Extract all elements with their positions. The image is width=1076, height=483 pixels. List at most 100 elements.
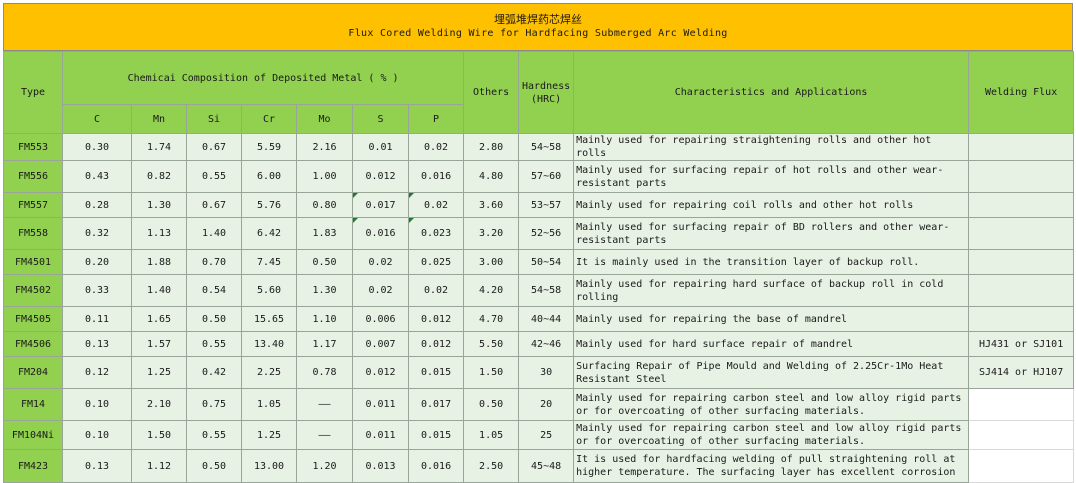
cell-s[interactable]: 0.02: [352, 274, 409, 307]
header-characteristics[interactable]: Characteristics and Applications: [573, 51, 970, 134]
cell-mo[interactable]: 1.17: [296, 331, 353, 357]
table-row[interactable]: FM557 0.28 1.30 0.67 5.76 0.80 0.017 0.02 3.60 53…: [3, 192, 1075, 218]
cell-mn[interactable]: 1.30: [131, 192, 187, 218]
header-element-si[interactable]: Si: [186, 104, 242, 134]
cell-type[interactable]: FM553: [3, 133, 63, 161]
cell-c[interactable]: 0.13: [62, 331, 132, 357]
header-composition[interactable]: Chemicai Composition of Deposited Metal …: [61, 51, 465, 105]
header-element-cr[interactable]: Cr: [241, 104, 297, 134]
cell-s[interactable]: 0.016: [352, 217, 409, 250]
cell-type[interactable]: FM556: [3, 160, 63, 193]
cell-p[interactable]: 0.02: [407, 133, 465, 161]
cell-cr[interactable]: 2.25: [241, 356, 297, 389]
cell-type[interactable]: FM4506: [3, 331, 63, 357]
header-element-p[interactable]: P: [407, 104, 465, 134]
cell-c[interactable]: 0.12: [62, 356, 132, 389]
cell-characteristics[interactable]: Surfacing Repair of Pipe Mould and Weldi…: [573, 356, 970, 389]
cell-cr[interactable]: 13.00: [241, 449, 297, 483]
cell-welding-flux[interactable]: [968, 192, 1075, 218]
cell-s[interactable]: 0.017: [352, 192, 409, 218]
cell-p[interactable]: 0.017: [407, 388, 465, 421]
cell-welding-flux[interactable]: [968, 388, 1075, 421]
cell-hardness[interactable]: 53~57: [518, 192, 575, 218]
cell-mn[interactable]: 0.82: [131, 160, 187, 193]
cell-s[interactable]: 0.012: [352, 356, 409, 389]
cell-p[interactable]: 0.016: [407, 449, 465, 483]
cell-p[interactable]: 0.015: [407, 356, 465, 389]
cell-mo[interactable]: ——: [296, 388, 353, 421]
cell-hardness[interactable]: 30: [518, 356, 575, 389]
cell-mn[interactable]: 1.65: [131, 306, 187, 332]
cell-others[interactable]: 2.80: [463, 133, 520, 161]
cell-si[interactable]: 0.55: [186, 420, 242, 450]
table-row[interactable]: FM4501 0.20 1.88 0.70 7.45 0.50 0.02 0.025 3.00 5…: [3, 249, 1075, 275]
table-row[interactable]: FM14 0.10 2.10 0.75 1.05 —— 0.011 0.017 0.50 20 Ma…: [3, 388, 1075, 421]
cell-c[interactable]: 0.10: [62, 420, 132, 450]
cell-mo[interactable]: 2.16: [296, 133, 353, 161]
header-element-mo[interactable]: Mo: [296, 104, 353, 134]
cell-type[interactable]: FM558: [3, 217, 63, 250]
table-row[interactable]: FM204 0.12 1.25 0.42 2.25 0.78 0.012 0.015 1.50 3…: [3, 356, 1075, 389]
cell-hardness[interactable]: 25: [518, 420, 575, 450]
cell-others[interactable]: 5.50: [463, 331, 520, 357]
cell-si[interactable]: 0.55: [186, 160, 242, 193]
cell-hardness[interactable]: 50~54: [518, 249, 575, 275]
table-row[interactable]: FM4506 0.13 1.57 0.55 13.40 1.17 0.007 0.012 5.5…: [3, 331, 1075, 357]
cell-s[interactable]: 0.01: [352, 133, 409, 161]
cell-cr[interactable]: 15.65: [241, 306, 297, 332]
cell-mn[interactable]: 1.57: [131, 331, 187, 357]
cell-welding-flux[interactable]: [968, 217, 1075, 250]
cell-si[interactable]: 0.50: [186, 449, 242, 483]
cell-mo[interactable]: 0.78: [296, 356, 353, 389]
table-row[interactable]: FM104Ni 0.10 1.50 0.55 1.25 —— 0.011 0.015 1.05 2…: [3, 420, 1075, 450]
cell-others[interactable]: 3.00: [463, 249, 520, 275]
cell-si[interactable]: 0.67: [186, 133, 242, 161]
cell-others[interactable]: 2.50: [463, 449, 520, 483]
cell-characteristics[interactable]: Mainly used for hard surface repair of m…: [573, 331, 970, 357]
cell-welding-flux[interactable]: [968, 133, 1075, 161]
cell-si[interactable]: 0.42: [186, 356, 242, 389]
cell-cr[interactable]: 1.05: [241, 388, 297, 421]
cell-p[interactable]: 0.016: [407, 160, 465, 193]
cell-s[interactable]: 0.011: [352, 420, 409, 450]
cell-type[interactable]: FM4501: [3, 249, 63, 275]
cell-welding-flux[interactable]: [968, 249, 1075, 275]
cell-p[interactable]: 0.012: [407, 306, 465, 332]
cell-others[interactable]: 1.05: [463, 420, 520, 450]
cell-c[interactable]: 0.10: [62, 388, 132, 421]
cell-type[interactable]: FM4502: [3, 274, 63, 307]
title-banner[interactable]: 埋弧堆焊药芯焊丝 Flux Cored Welding Wire for Har…: [3, 3, 1073, 51]
cell-si[interactable]: 0.67: [186, 192, 242, 218]
cell-hardness[interactable]: 20: [518, 388, 575, 421]
cell-others[interactable]: 4.20: [463, 274, 520, 307]
cell-mn[interactable]: 2.10: [131, 388, 187, 421]
cell-si[interactable]: 0.55: [186, 331, 242, 357]
cell-p[interactable]: 0.023: [407, 217, 465, 250]
cell-mn[interactable]: 1.88: [131, 249, 187, 275]
cell-welding-flux[interactable]: [968, 274, 1075, 307]
cell-welding-flux[interactable]: [968, 420, 1075, 450]
cell-characteristics[interactable]: Mainly used for repairing carbon steel a…: [573, 420, 970, 450]
cell-others[interactable]: 1.50: [463, 356, 520, 389]
cell-cr[interactable]: 5.60: [241, 274, 297, 307]
header-others[interactable]: Others: [463, 51, 520, 134]
cell-s[interactable]: 0.006: [352, 306, 409, 332]
cell-welding-flux[interactable]: HJ431 or SJ101: [968, 331, 1075, 357]
cell-hardness[interactable]: 52~56: [518, 217, 575, 250]
cell-p[interactable]: 0.012: [407, 331, 465, 357]
cell-hardness[interactable]: 54~58: [518, 133, 575, 161]
cell-si[interactable]: 0.75: [186, 388, 242, 421]
cell-mo[interactable]: 0.50: [296, 249, 353, 275]
cell-mo[interactable]: 1.20: [296, 449, 353, 483]
cell-others[interactable]: 0.50: [463, 388, 520, 421]
cell-c[interactable]: 0.28: [62, 192, 132, 218]
cell-si[interactable]: 0.54: [186, 274, 242, 307]
cell-characteristics[interactable]: Mainly used for repairing the base of ma…: [573, 306, 970, 332]
cell-mn[interactable]: 1.50: [131, 420, 187, 450]
header-element-c[interactable]: C: [62, 104, 132, 134]
cell-characteristics[interactable]: Mainly used for repairing hard surface o…: [573, 274, 970, 307]
cell-c[interactable]: 0.30: [62, 133, 132, 161]
header-type[interactable]: Type: [3, 51, 63, 134]
cell-characteristics[interactable]: Mainly used for repairing straightening …: [573, 133, 970, 161]
cell-hardness[interactable]: 45~48: [518, 449, 575, 483]
